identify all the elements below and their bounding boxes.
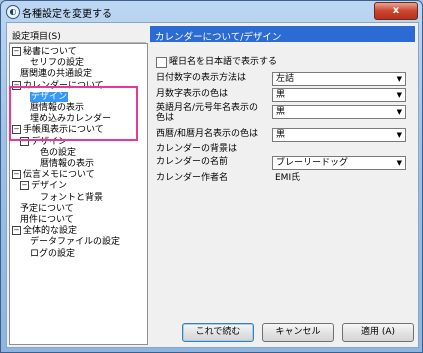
tree-item-label: ログの設定	[30, 248, 76, 259]
panel-title: カレンダーについて/デザイン	[155, 32, 282, 43]
tree-item-label: 伝言メモについて	[23, 170, 95, 181]
english-month-value: 黒	[276, 107, 286, 117]
tree-item-label: フォントと背景	[40, 192, 104, 203]
tree-item[interactable]: セリフの設定	[30, 57, 84, 69]
calendar-name-value: ブレーリードッグ	[276, 158, 349, 168]
western-label: 西暦/和暦月名表示の色は	[156, 129, 259, 139]
highlight-box	[9, 86, 138, 141]
author-value: EMI氏	[275, 173, 301, 183]
chevron-down-icon: ▼	[396, 75, 402, 83]
tree-item[interactable]: − 全体的な設定	[12, 225, 77, 237]
weekday-japanese-label: 曜日名を日本語で表示する	[169, 57, 278, 67]
collapse-icon[interactable]: −	[12, 226, 21, 236]
chevron-down-icon: ▼	[396, 131, 402, 139]
window-title: 各種設定を変更する	[22, 9, 112, 20]
tree-item-label: データファイルの設定	[30, 237, 121, 248]
tree-item-label: 暦情報の表示	[40, 159, 95, 169]
tree-item-label: 全体的な設定	[23, 226, 78, 237]
english-month-label-2: 色は	[156, 113, 175, 123]
background-label: カレンダーの背景は	[156, 144, 238, 154]
tree-item-label: 色の設定	[40, 147, 77, 158]
tree-item[interactable]: 色の設定	[40, 147, 76, 159]
tree-item[interactable]: 用件について	[20, 214, 74, 226]
app-icon: ◐	[6, 5, 20, 19]
english-month-select[interactable]: 黒 ▼	[272, 105, 406, 119]
tree-item-label: 予定について	[20, 203, 74, 214]
collapse-icon[interactable]: −	[20, 181, 29, 191]
tree-item[interactable]: − デザイン	[20, 180, 67, 192]
tree-item-label: デザイン	[31, 181, 68, 192]
settings-items-label: 設定項目(S)	[12, 32, 61, 42]
settings-panel: 曜日名を日本語で表示する 日付数字の表示方法は 左詰 ▼ 月数字表示の色は 黒 …	[150, 43, 415, 313]
title-bar: ◐ 各種設定を変更する x	[1, 1, 422, 21]
tree-item[interactable]: 暦関連の共通設定	[20, 68, 92, 80]
tree-item[interactable]: 暦情報の表示	[40, 158, 94, 170]
chevron-down-icon: ▼	[396, 91, 402, 99]
tree-item-label: 暦関連の共通設定	[20, 69, 93, 80]
weekday-japanese-checkbox[interactable]	[156, 57, 167, 68]
author-field: EMI氏	[272, 172, 404, 184]
tree-item[interactable]: データファイルの設定	[30, 236, 120, 248]
dialog-client: 設定項目(S) − 秘書について セリフの設定 暦関連の共通設定 − カレンダーについてデ…	[6, 22, 419, 348]
western-value: 黒	[276, 130, 286, 140]
collapse-icon[interactable]: −	[12, 47, 21, 56]
settings-items-header: 設定項目(S)	[9, 26, 146, 43]
ok-button[interactable]: これで続む	[182, 323, 254, 342]
calendar-name-select[interactable]: ブレーリードッグ ▼	[272, 156, 406, 170]
western-select[interactable]: 黒 ▼	[272, 128, 406, 142]
tree-item[interactable]: フォントと背景	[40, 192, 103, 204]
panel-header: カレンダーについて/デザイン	[150, 26, 415, 43]
tree-item[interactable]: − 伝言メモについて	[12, 169, 95, 181]
tree-item[interactable]: − 秘書について	[12, 46, 77, 58]
month-color-label: 月数字表示の色は	[156, 89, 229, 99]
tree-item[interactable]: ログの設定	[30, 248, 75, 260]
apply-button[interactable]: 適用 (A)	[342, 323, 414, 342]
date-format-select[interactable]: 左詰 ▼	[272, 72, 406, 86]
month-color-select[interactable]: 黒 ▼	[272, 88, 406, 102]
tree-item-label: セリフの設定	[30, 58, 85, 69]
date-format-label: 日付数字の表示方法は	[156, 73, 247, 83]
settings-window: ◐ 各種設定を変更する x 設定項目(S) − 秘書について セリフの設定 暦関連の共…	[0, 0, 423, 353]
close-button[interactable]: x	[374, 2, 418, 20]
chevron-down-icon: ▼	[396, 108, 402, 116]
month-color-value: 黒	[276, 90, 286, 100]
tree-item-label: 秘書について	[23, 47, 77, 57]
tree-item[interactable]: 予定について	[20, 203, 74, 215]
author-label: カレンダー作者名	[156, 173, 229, 183]
cancel-button[interactable]: キャンセル	[262, 323, 334, 342]
calendar-name-label: カレンダーの名前	[156, 157, 229, 167]
date-format-value: 左詰	[276, 74, 295, 84]
chevron-down-icon: ▼	[396, 159, 402, 167]
tree-item-label: 用件について	[20, 215, 74, 225]
collapse-icon[interactable]: −	[12, 170, 21, 180]
